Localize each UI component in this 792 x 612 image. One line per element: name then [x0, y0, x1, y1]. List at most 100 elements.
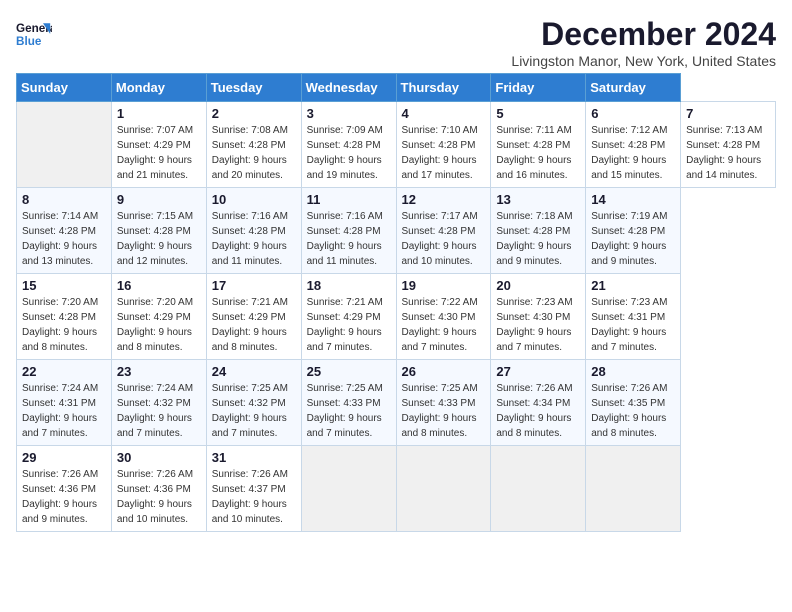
day-number: 9 [117, 192, 201, 207]
day-info: Sunrise: 7:26 AMSunset: 4:35 PMDaylight:… [591, 383, 667, 439]
day-cell-28: 28 Sunrise: 7:26 AMSunset: 4:35 PMDaylig… [586, 360, 681, 446]
day-info: Sunrise: 7:16 AMSunset: 4:28 PMDaylight:… [307, 211, 383, 267]
day-cell-10: 10 Sunrise: 7:16 AMSunset: 4:28 PMDaylig… [206, 188, 301, 274]
day-info: Sunrise: 7:08 AMSunset: 4:28 PMDaylight:… [212, 125, 288, 181]
day-number: 1 [117, 106, 201, 121]
day-number: 28 [591, 364, 675, 379]
day-info: Sunrise: 7:26 AMSunset: 4:36 PMDaylight:… [117, 469, 193, 525]
day-cell-16: 16 Sunrise: 7:20 AMSunset: 4:29 PMDaylig… [111, 274, 206, 360]
day-cell-19: 19 Sunrise: 7:22 AMSunset: 4:30 PMDaylig… [396, 274, 491, 360]
day-number: 3 [307, 106, 391, 121]
day-info: Sunrise: 7:24 AMSunset: 4:32 PMDaylight:… [117, 383, 193, 439]
day-info: Sunrise: 7:23 AMSunset: 4:31 PMDaylight:… [591, 297, 667, 353]
day-cell-30: 30 Sunrise: 7:26 AMSunset: 4:36 PMDaylig… [111, 446, 206, 532]
day-cell-23: 23 Sunrise: 7:24 AMSunset: 4:32 PMDaylig… [111, 360, 206, 446]
day-info: Sunrise: 7:09 AMSunset: 4:28 PMDaylight:… [307, 125, 383, 181]
day-info: Sunrise: 7:07 AMSunset: 4:29 PMDaylight:… [117, 125, 193, 181]
week-row-3: 15 Sunrise: 7:20 AMSunset: 4:28 PMDaylig… [17, 274, 776, 360]
day-number: 29 [22, 450, 106, 465]
header-row: SundayMondayTuesdayWednesdayThursdayFrid… [17, 74, 776, 102]
day-number: 7 [686, 106, 770, 121]
day-info: Sunrise: 7:21 AMSunset: 4:29 PMDaylight:… [307, 297, 383, 353]
day-number: 22 [22, 364, 106, 379]
day-number: 16 [117, 278, 201, 293]
day-info: Sunrise: 7:20 AMSunset: 4:28 PMDaylight:… [22, 297, 98, 353]
week-row-4: 22 Sunrise: 7:24 AMSunset: 4:31 PMDaylig… [17, 360, 776, 446]
day-info: Sunrise: 7:21 AMSunset: 4:29 PMDaylight:… [212, 297, 288, 353]
day-info: Sunrise: 7:10 AMSunset: 4:28 PMDaylight:… [402, 125, 478, 181]
empty-cell [301, 446, 396, 532]
day-cell-18: 18 Sunrise: 7:21 AMSunset: 4:29 PMDaylig… [301, 274, 396, 360]
day-info: Sunrise: 7:12 AMSunset: 4:28 PMDaylight:… [591, 125, 667, 181]
day-cell-17: 17 Sunrise: 7:21 AMSunset: 4:29 PMDaylig… [206, 274, 301, 360]
empty-cell [586, 446, 681, 532]
day-info: Sunrise: 7:13 AMSunset: 4:28 PMDaylight:… [686, 125, 762, 181]
day-cell-24: 24 Sunrise: 7:25 AMSunset: 4:32 PMDaylig… [206, 360, 301, 446]
day-info: Sunrise: 7:26 AMSunset: 4:36 PMDaylight:… [22, 469, 98, 525]
day-header-saturday: Saturday [586, 74, 681, 102]
day-number: 4 [402, 106, 486, 121]
day-cell-29: 29 Sunrise: 7:26 AMSunset: 4:36 PMDaylig… [17, 446, 112, 532]
day-number: 27 [496, 364, 580, 379]
day-cell-9: 9 Sunrise: 7:15 AMSunset: 4:28 PMDayligh… [111, 188, 206, 274]
day-cell-26: 26 Sunrise: 7:25 AMSunset: 4:33 PMDaylig… [396, 360, 491, 446]
day-number: 10 [212, 192, 296, 207]
empty-cell [17, 102, 112, 188]
day-header-tuesday: Tuesday [206, 74, 301, 102]
day-cell-2: 2 Sunrise: 7:08 AMSunset: 4:28 PMDayligh… [206, 102, 301, 188]
day-header-thursday: Thursday [396, 74, 491, 102]
day-number: 30 [117, 450, 201, 465]
empty-cell [491, 446, 586, 532]
day-number: 5 [496, 106, 580, 121]
day-number: 11 [307, 192, 391, 207]
day-number: 6 [591, 106, 675, 121]
day-info: Sunrise: 7:15 AMSunset: 4:28 PMDaylight:… [117, 211, 193, 267]
day-number: 20 [496, 278, 580, 293]
day-info: Sunrise: 7:23 AMSunset: 4:30 PMDaylight:… [496, 297, 572, 353]
day-info: Sunrise: 7:14 AMSunset: 4:28 PMDaylight:… [22, 211, 98, 267]
day-number: 2 [212, 106, 296, 121]
day-info: Sunrise: 7:25 AMSunset: 4:33 PMDaylight:… [307, 383, 383, 439]
day-info: Sunrise: 7:24 AMSunset: 4:31 PMDaylight:… [22, 383, 98, 439]
day-header-monday: Monday [111, 74, 206, 102]
week-row-5: 29 Sunrise: 7:26 AMSunset: 4:36 PMDaylig… [17, 446, 776, 532]
day-cell-5: 5 Sunrise: 7:11 AMSunset: 4:28 PMDayligh… [491, 102, 586, 188]
logo: General Blue [16, 16, 52, 52]
day-cell-20: 20 Sunrise: 7:23 AMSunset: 4:30 PMDaylig… [491, 274, 586, 360]
day-info: Sunrise: 7:22 AMSunset: 4:30 PMDaylight:… [402, 297, 478, 353]
day-cell-21: 21 Sunrise: 7:23 AMSunset: 4:31 PMDaylig… [586, 274, 681, 360]
location: Livingston Manor, New York, United State… [511, 53, 776, 69]
page-header: General Blue December 2024 Livingston Ma… [16, 16, 776, 69]
calendar-table: SundayMondayTuesdayWednesdayThursdayFrid… [16, 73, 776, 532]
day-cell-8: 8 Sunrise: 7:14 AMSunset: 4:28 PMDayligh… [17, 188, 112, 274]
day-cell-4: 4 Sunrise: 7:10 AMSunset: 4:28 PMDayligh… [396, 102, 491, 188]
day-number: 21 [591, 278, 675, 293]
day-cell-6: 6 Sunrise: 7:12 AMSunset: 4:28 PMDayligh… [586, 102, 681, 188]
day-header-wednesday: Wednesday [301, 74, 396, 102]
day-info: Sunrise: 7:26 AMSunset: 4:37 PMDaylight:… [212, 469, 288, 525]
day-cell-22: 22 Sunrise: 7:24 AMSunset: 4:31 PMDaylig… [17, 360, 112, 446]
day-info: Sunrise: 7:17 AMSunset: 4:28 PMDaylight:… [402, 211, 478, 267]
day-number: 12 [402, 192, 486, 207]
day-cell-1: 1 Sunrise: 7:07 AMSunset: 4:29 PMDayligh… [111, 102, 206, 188]
day-cell-14: 14 Sunrise: 7:19 AMSunset: 4:28 PMDaylig… [586, 188, 681, 274]
day-cell-25: 25 Sunrise: 7:25 AMSunset: 4:33 PMDaylig… [301, 360, 396, 446]
day-cell-15: 15 Sunrise: 7:20 AMSunset: 4:28 PMDaylig… [17, 274, 112, 360]
day-number: 31 [212, 450, 296, 465]
day-header-sunday: Sunday [17, 74, 112, 102]
day-number: 14 [591, 192, 675, 207]
empty-cell [396, 446, 491, 532]
day-cell-12: 12 Sunrise: 7:17 AMSunset: 4:28 PMDaylig… [396, 188, 491, 274]
day-cell-27: 27 Sunrise: 7:26 AMSunset: 4:34 PMDaylig… [491, 360, 586, 446]
day-cell-7: 7 Sunrise: 7:13 AMSunset: 4:28 PMDayligh… [681, 102, 776, 188]
day-number: 23 [117, 364, 201, 379]
day-number: 18 [307, 278, 391, 293]
day-cell-31: 31 Sunrise: 7:26 AMSunset: 4:37 PMDaylig… [206, 446, 301, 532]
day-number: 26 [402, 364, 486, 379]
day-number: 15 [22, 278, 106, 293]
day-info: Sunrise: 7:19 AMSunset: 4:28 PMDaylight:… [591, 211, 667, 267]
week-row-1: 1 Sunrise: 7:07 AMSunset: 4:29 PMDayligh… [17, 102, 776, 188]
day-number: 24 [212, 364, 296, 379]
logo-icon: General Blue [16, 16, 52, 52]
day-number: 8 [22, 192, 106, 207]
